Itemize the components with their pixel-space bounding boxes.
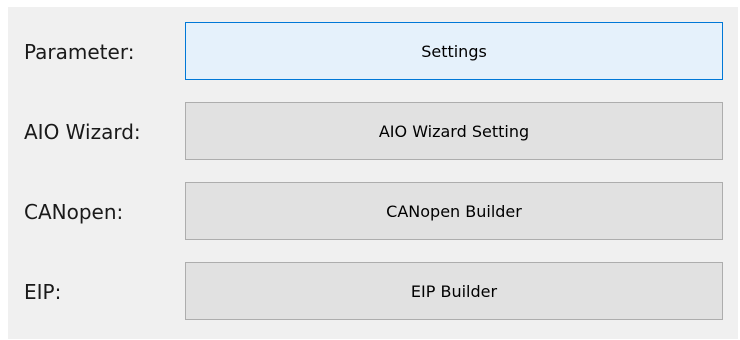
aio-wizard-setting-button[interactable]: AIO Wizard Setting [185, 102, 723, 160]
canopen-row: CANopen: CANopen Builder [8, 182, 738, 242]
parameter-row: Parameter: Settings [8, 22, 738, 82]
parameter-label: Parameter: [24, 40, 135, 64]
aio-wizard-label: AIO Wizard: [24, 120, 141, 144]
eip-builder-button[interactable]: EIP Builder [185, 262, 723, 320]
eip-row: EIP: EIP Builder [8, 262, 738, 322]
builder-settings-panel: Parameter: Settings AIO Wizard: AIO Wiza… [8, 7, 738, 339]
settings-button[interactable]: Settings [185, 22, 723, 80]
canopen-builder-button[interactable]: CANopen Builder [185, 182, 723, 240]
aio-wizard-row: AIO Wizard: AIO Wizard Setting [8, 102, 738, 162]
eip-label: EIP: [24, 280, 62, 304]
canopen-label: CANopen: [24, 200, 124, 224]
